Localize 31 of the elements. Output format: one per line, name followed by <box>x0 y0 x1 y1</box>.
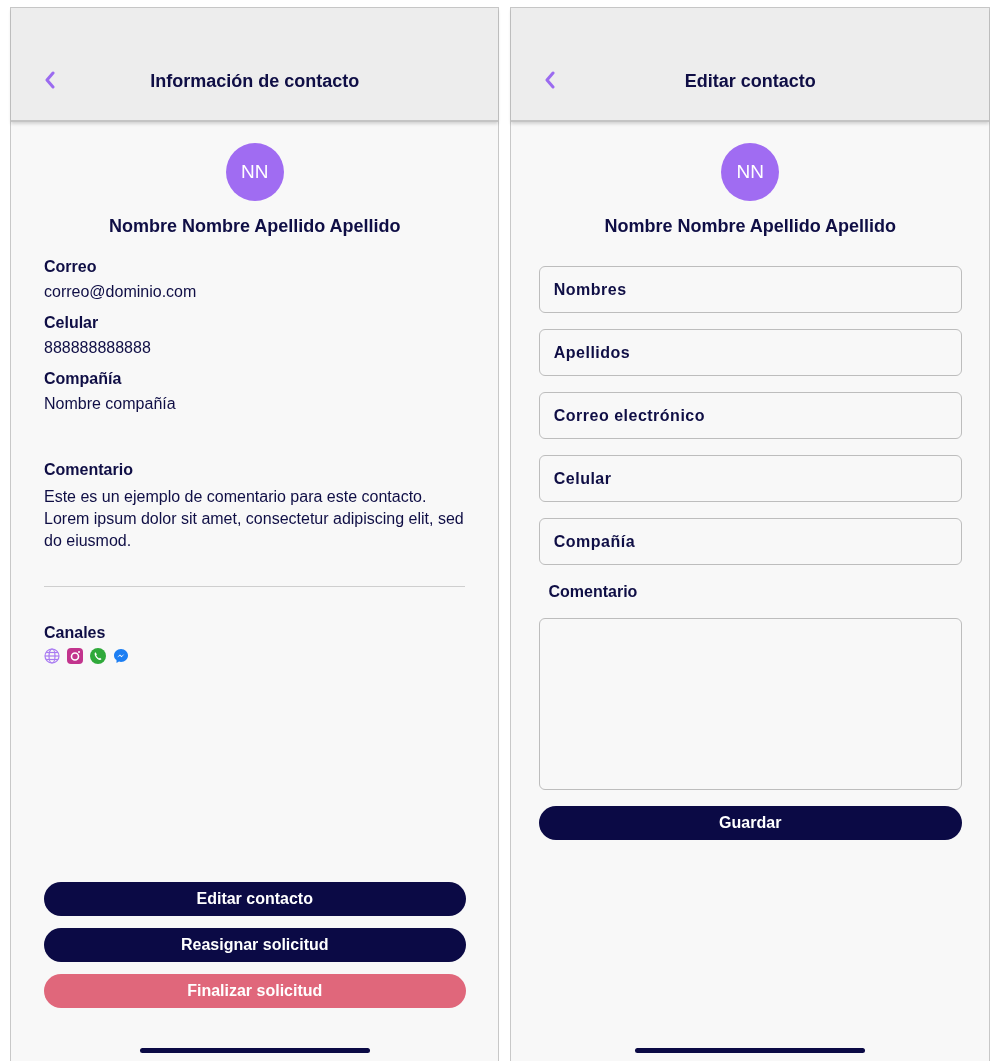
avatar: NN <box>721 143 780 201</box>
channels-label: Canales <box>44 624 107 642</box>
camera-icon <box>67 648 83 664</box>
back-icon[interactable] <box>44 71 56 89</box>
input-field[interactable]: Correo electrónico <box>538 392 962 439</box>
field-value: correo@dominio.com <box>44 283 198 301</box>
avatar: NN <box>225 143 284 201</box>
phone-chat-icon <box>90 648 106 664</box>
input-field[interactable]: Celular <box>538 455 962 502</box>
input-field[interactable]: Apellidos <box>538 329 962 376</box>
field-label: Compañía <box>44 370 123 388</box>
screen-title: Editar contacto <box>684 71 816 92</box>
field-value: Nombre compañía <box>44 395 177 413</box>
messenger-icon <box>113 648 129 664</box>
back-icon[interactable] <box>544 71 557 89</box>
screen-title: Información de contacto <box>150 71 360 92</box>
field-label: Correo <box>44 258 98 276</box>
globe-icon <box>44 648 60 664</box>
comment-label: Comentario <box>44 461 134 479</box>
input-field[interactable]: Compañía <box>538 518 962 565</box>
contact-name: Nombre Nombre Apellido Apellido <box>108 216 401 237</box>
action-button[interactable]: Reasignar solicitud <box>43 928 466 962</box>
contact-name: Nombre Nombre Apellido Apellido <box>604 216 897 237</box>
field-value: 888888888888 <box>44 339 152 357</box>
field-label: Celular <box>44 314 100 332</box>
comment-text: Este es un ejemplo de comentario para este contacto. Lorem ipsum dolor sit amet, consectetur adipiscing elit, sed do eiusmod. <box>44 487 465 551</box>
comment-field[interactable] <box>538 618 962 790</box>
save-button[interactable]: Guardar <box>538 806 962 840</box>
input-field[interactable]: Nombres <box>538 266 962 313</box>
action-button[interactable]: Editar contacto <box>43 882 466 916</box>
comment-label: Comentario <box>548 583 638 601</box>
